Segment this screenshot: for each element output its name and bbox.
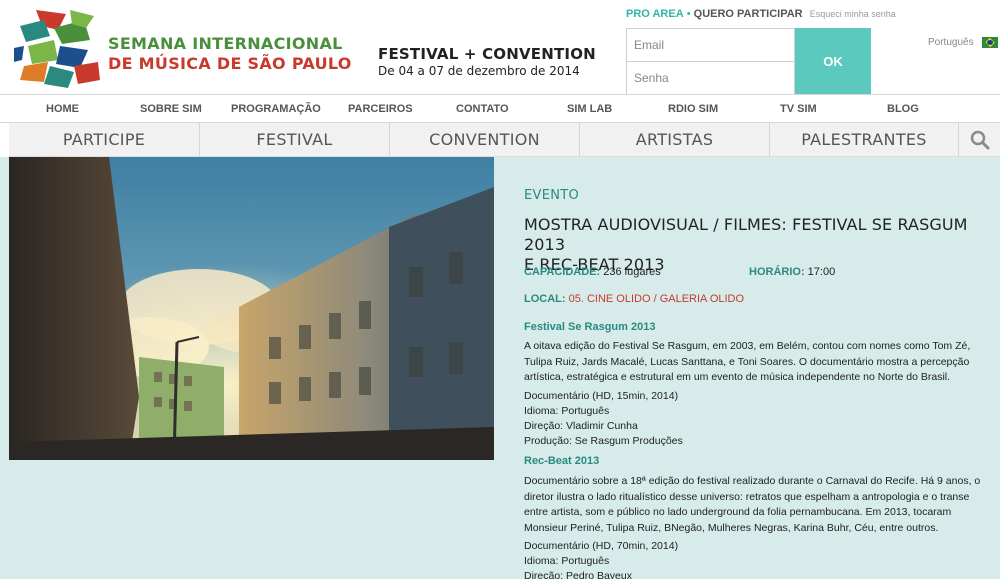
brazil-flag-icon[interactable] bbox=[982, 37, 998, 48]
film2-language: Idioma: Português bbox=[524, 555, 610, 567]
capacity-label: CAPACIDADE: bbox=[524, 266, 601, 278]
nav-blog[interactable]: BLOG bbox=[887, 103, 919, 115]
tab-artistas[interactable]: ARTISTAS bbox=[580, 123, 770, 157]
forgot-password-link[interactable]: Esqueci minha senha bbox=[810, 9, 896, 19]
nav-contato[interactable]: CONTATO bbox=[456, 103, 509, 115]
time: HORÁRIO: 17:00 bbox=[749, 266, 835, 278]
ok-button[interactable]: OK bbox=[795, 28, 871, 94]
capacity: CAPACIDADE: 236 lugares bbox=[524, 266, 661, 278]
secondary-nav: PARTICIPE FESTIVAL CONVENTION ARTISTAS P… bbox=[9, 123, 1000, 157]
nav-sobre-sim[interactable]: SOBRE SIM bbox=[140, 103, 202, 115]
event-content: EVENTO MOSTRA AUDIOVISUAL / FILMES: FEST… bbox=[0, 157, 1000, 579]
event-photo bbox=[9, 157, 494, 460]
film1-description: A oitava edição do Festival Se Rasgum, e… bbox=[524, 340, 971, 383]
search-icon bbox=[970, 130, 990, 150]
festival-dates: De 04 a 07 de dezembro de 2014 bbox=[378, 64, 580, 78]
password-field[interactable] bbox=[627, 62, 794, 94]
login-form bbox=[626, 28, 795, 94]
time-label: HORÁRIO: bbox=[749, 266, 805, 278]
tab-convention[interactable]: CONVENTION bbox=[390, 123, 580, 157]
email-field[interactable] bbox=[627, 29, 794, 62]
film1-director: Direção: Vladimir Cunha bbox=[524, 420, 638, 432]
local-label: LOCAL: bbox=[524, 293, 566, 305]
film1-producer: Produção: Se Rasgum Produções bbox=[524, 435, 683, 447]
search-button[interactable] bbox=[959, 123, 1000, 157]
tab-participe[interactable]: PARTICIPE bbox=[9, 123, 200, 157]
film2-director: Direção: Pedro Bayeux bbox=[524, 570, 632, 579]
event-category: EVENTO bbox=[524, 188, 580, 203]
local: LOCAL: 05. CINE OLIDO / GALERIA OLIDO bbox=[524, 293, 744, 305]
film2-format: Documentário (HD, 70min, 2014) bbox=[524, 540, 679, 552]
tab-palestrantes[interactable]: PALESTRANTES bbox=[770, 123, 959, 157]
logo-line-2: DE MÚSICA DE SÃO PAULO bbox=[108, 54, 352, 73]
nav-sim-lab[interactable]: SIM LAB bbox=[567, 103, 612, 115]
film2-heading: Rec-Beat 2013 bbox=[524, 455, 600, 467]
site-header: SEMANA INTERNACIONAL DE MÚSICA DE SÃO PA… bbox=[0, 0, 1000, 94]
nav-programacao[interactable]: PROGRAMAÇÃO bbox=[231, 103, 321, 115]
film1-language: Idioma: Português bbox=[524, 405, 610, 417]
logo-wordmark[interactable]: SEMANA INTERNACIONAL DE MÚSICA DE SÃO PA… bbox=[108, 34, 352, 74]
local-link[interactable]: 05. CINE OLIDO / GALERIA OLIDO bbox=[569, 293, 744, 305]
film2-description: Documentário sobre a 18ª edição do festi… bbox=[524, 475, 981, 534]
tab-festival[interactable]: FESTIVAL bbox=[200, 123, 390, 157]
quero-participar-link[interactable]: QUERO PARTICIPAR bbox=[694, 8, 803, 20]
film1-heading: Festival Se Rasgum 2013 bbox=[524, 321, 656, 333]
language-label[interactable]: Português bbox=[928, 37, 974, 48]
logo-line-1: SEMANA INTERNACIONAL bbox=[108, 34, 343, 53]
nav-parceiros[interactable]: PARCEIROS bbox=[348, 103, 413, 115]
film1-format: Documentário (HD, 15min, 2014) bbox=[524, 390, 679, 402]
nav-home[interactable]: HOME bbox=[46, 103, 79, 115]
nav-rdio-sim[interactable]: RDIO SIM bbox=[668, 103, 718, 115]
separator-dot: • bbox=[686, 8, 691, 20]
primary-nav: HOME SOBRE SIM PROGRAMAÇÃO PARCEIROS CON… bbox=[0, 94, 1000, 123]
time-value: 17:00 bbox=[807, 266, 836, 278]
logo-icon[interactable] bbox=[14, 6, 104, 90]
event-title-line-1: MOSTRA AUDIOVISUAL / FILMES: FESTIVAL SE… bbox=[524, 215, 968, 254]
top-links: PRO AREA • QUERO PARTICIPAR Esqueci minh… bbox=[626, 8, 896, 20]
festival-banner: FESTIVAL + CONVENTION De 04 a 07 de deze… bbox=[378, 45, 596, 78]
pro-area-link[interactable]: PRO AREA bbox=[626, 8, 684, 20]
nav-tv-sim[interactable]: TV SIM bbox=[780, 103, 817, 115]
capacity-value: 236 lugares bbox=[603, 266, 661, 278]
festival-title: FESTIVAL + CONVENTION bbox=[378, 45, 596, 63]
